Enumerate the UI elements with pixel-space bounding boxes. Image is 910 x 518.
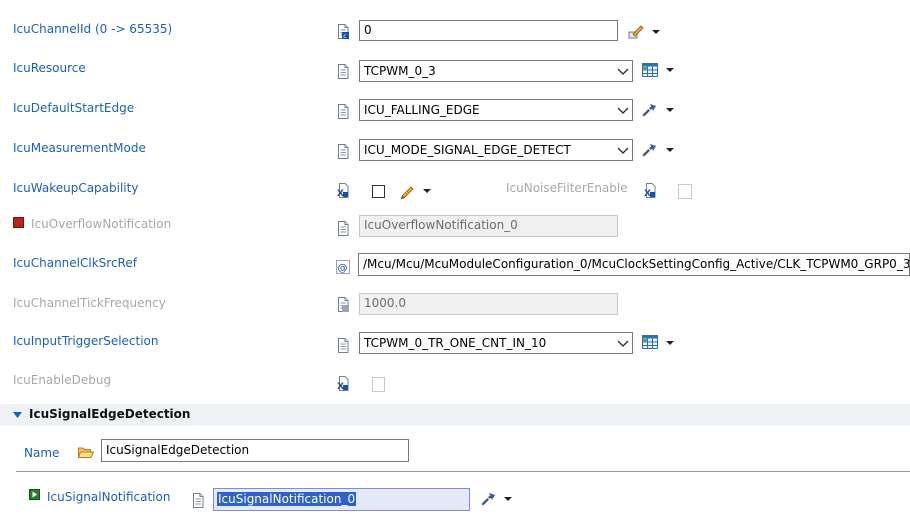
icu-resource-select[interactable]: TCPWM_0_3 — [359, 60, 633, 82]
document-icon — [338, 338, 349, 353]
name-input[interactable]: IcuSignalEdgeDetection — [101, 439, 409, 462]
variant-document-icon — [644, 183, 656, 198]
svg-text:c: c — [343, 33, 346, 39]
svg-text:@: @ — [338, 263, 348, 274]
icu-default-start-edge-select[interactable]: ICU_FALLING_EDGE — [359, 99, 633, 121]
document-icon — [338, 104, 349, 119]
icu-signal-notification-selected-text: IcuSignalNotification_0 — [217, 492, 357, 506]
table-grid-icon[interactable] — [642, 335, 658, 349]
chevron-down-icon[interactable] — [614, 61, 632, 81]
icu-measurement-mode-label: IcuMeasurementMode — [13, 141, 146, 155]
document-icon — [338, 144, 349, 159]
wand-icon[interactable] — [642, 102, 658, 118]
icu-resource-value: TCPWM_0_3 — [364, 64, 436, 78]
icu-noise-filter-enable-checkbox[interactable] — [678, 184, 692, 199]
chevron-down-icon[interactable] — [614, 333, 632, 353]
icu-resource-label: IcuResource — [13, 61, 86, 75]
icu-enable-debug-checkbox[interactable] — [372, 377, 385, 392]
pencil-icon[interactable] — [399, 183, 415, 199]
name-label: Name — [24, 446, 60, 460]
chevron-down-icon[interactable] — [665, 66, 675, 74]
chevron-down-icon[interactable] — [665, 339, 675, 347]
variant-document-icon — [337, 183, 349, 198]
folder-open-icon — [78, 447, 94, 458]
icu-signal-notification-input[interactable]: IcuSignalNotification_0 — [213, 488, 470, 511]
chevron-down-icon[interactable] — [651, 28, 661, 36]
chevron-down-icon[interactable] — [503, 495, 513, 503]
icu-input-trigger-selection-value: TCPWM_0_TR_ONE_CNT_IN_10 — [364, 336, 547, 350]
chevron-down-icon[interactable] — [422, 187, 432, 195]
icu-channel-clk-src-ref-label: IcuChannelClkSrcRef — [13, 256, 137, 270]
icu-measurement-mode-value: ICU_MODE_SIGNAL_EDGE_DETECT — [364, 143, 571, 157]
icu-measurement-mode-select[interactable]: ICU_MODE_SIGNAL_EDGE_DETECT — [359, 139, 633, 161]
document-icon — [338, 64, 349, 79]
icu-input-trigger-selection-label: IcuInputTriggerSelection — [13, 334, 159, 348]
chevron-down-icon[interactable] — [665, 106, 675, 114]
collapse-triangle-icon[interactable] — [13, 412, 22, 419]
icu-channel-clk-src-ref-input[interactable]: /Mcu/Mcu/McuModuleConfiguration_0/McuClo… — [358, 253, 910, 276]
error-marker-icon — [13, 217, 24, 228]
icu-channel-id-input[interactable]: 0 — [359, 20, 618, 41]
wand-icon[interactable] — [642, 142, 658, 158]
icu-noise-filter-enable-label: IcuNoiseFilterEnable — [506, 181, 628, 195]
table-grid-icon[interactable] — [642, 63, 658, 77]
play-marker-icon — [29, 489, 40, 500]
document-icon — [193, 493, 204, 508]
chevron-down-icon[interactable] — [614, 100, 632, 120]
calculated-document-icon — [338, 297, 349, 312]
icu-default-start-edge-label: IcuDefaultStartEdge — [13, 101, 135, 115]
icu-enable-debug-label: IcuEnableDebug — [13, 373, 112, 387]
icu-overflow-notification-label: IcuOverflowNotification — [31, 217, 172, 231]
chevron-down-icon[interactable] — [665, 146, 675, 154]
icu-wakeup-capability-label: IcuWakeupCapability — [13, 181, 139, 195]
document-icon — [338, 221, 349, 236]
wand-icon[interactable] — [481, 491, 497, 507]
section-separator — [16, 471, 910, 472]
icu-channel-tick-frequency-input[interactable]: 1000.0 — [359, 293, 618, 315]
icu-signal-notification-label: IcuSignalNotification — [47, 490, 171, 504]
icu-signal-edge-detection-section-header[interactable]: IcuSignalEdgeDetection — [0, 404, 910, 426]
calculated-document-icon: c — [338, 24, 349, 39]
icu-channel-tick-frequency-label: IcuChannelTickFrequency — [13, 296, 166, 310]
icu-channel-id-label: IcuChannelId (0 -> 65535) — [13, 22, 173, 36]
icu-input-trigger-selection-select[interactable]: TCPWM_0_TR_ONE_CNT_IN_10 — [359, 332, 633, 354]
chevron-down-icon[interactable] — [614, 140, 632, 160]
icu-overflow-notification-input[interactable]: IcuOverflowNotification_0 — [359, 215, 618, 237]
icu-wakeup-capability-checkbox[interactable] — [372, 185, 385, 198]
icu-default-start-edge-value: ICU_FALLING_EDGE — [364, 103, 480, 117]
variant-document-icon — [337, 376, 349, 391]
section-title: IcuSignalEdgeDetection — [29, 407, 191, 421]
pencil-calc-icon[interactable] — [628, 23, 644, 39]
reference-at-icon: @ — [336, 260, 350, 274]
